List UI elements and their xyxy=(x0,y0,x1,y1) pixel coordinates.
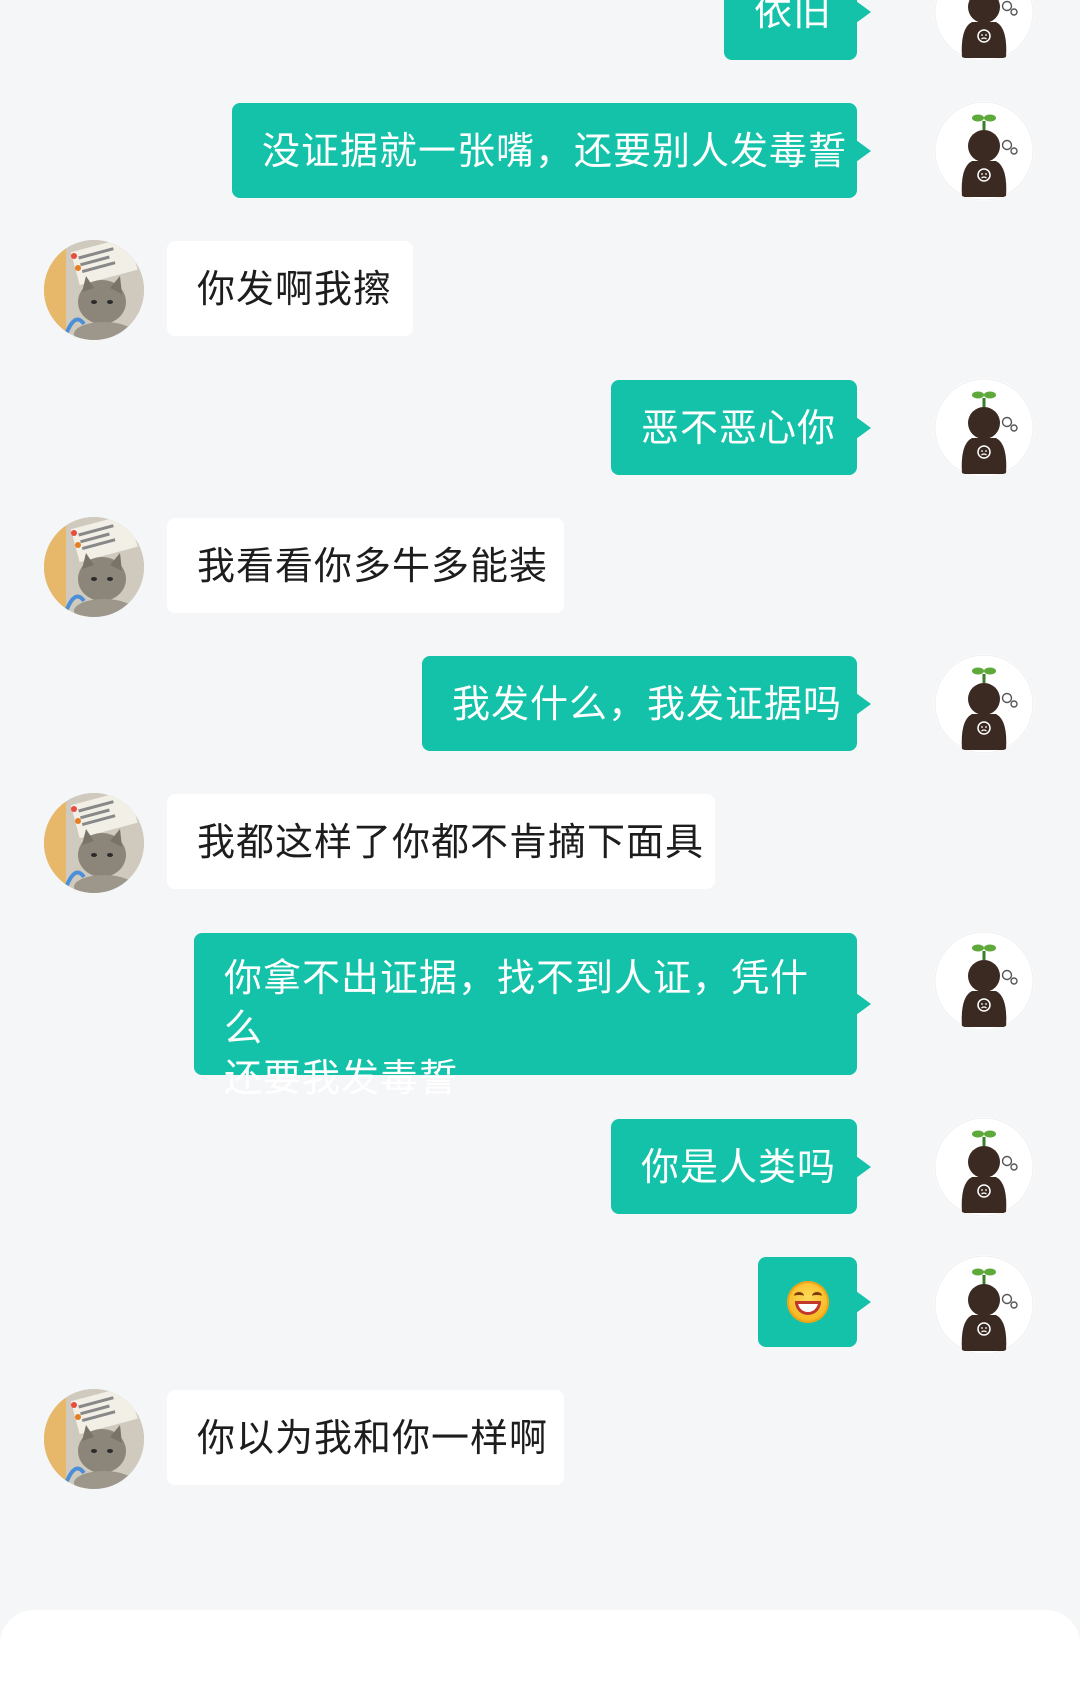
contact-avatar-icon[interactable] xyxy=(44,517,144,617)
input-bar[interactable] xyxy=(0,1610,1080,1690)
message-text: 你是人类吗 xyxy=(641,1144,837,1189)
message-text: 恶不恶心你 xyxy=(641,405,837,450)
message-text: 我发什么，我发证据吗 xyxy=(452,681,843,726)
self-avatar-icon[interactable] xyxy=(934,1117,1034,1217)
message-bubble-self[interactable]: 依旧 xyxy=(724,0,871,60)
self-avatar-icon[interactable] xyxy=(934,378,1034,478)
message-bubble-other[interactable]: 我看看你多牛多能装 xyxy=(167,518,564,613)
self-avatar-icon[interactable] xyxy=(934,0,1034,62)
message-bubble-self[interactable]: 你拿不出证据，找不到人证，凭什么 还要我发毒誓 xyxy=(194,933,871,1100)
message-bubble-self[interactable]: 我发什么，我发证据吗 xyxy=(422,656,871,751)
message-bubble-self[interactable] xyxy=(758,1257,871,1347)
message-bubble-self[interactable]: 你是人类吗 xyxy=(611,1119,871,1214)
self-avatar-icon[interactable] xyxy=(934,931,1034,1031)
contact-avatar-icon[interactable] xyxy=(44,240,144,340)
message-bubble-other[interactable]: 你以为我和你一样啊 xyxy=(167,1390,564,1485)
message-bubble-other[interactable]: 你发啊我擦 xyxy=(167,241,413,336)
self-avatar-icon[interactable] xyxy=(934,101,1034,201)
message-text: 我都这样了你都不肯摘下面具 xyxy=(197,819,705,864)
message-text-line: 你拿不出证据，找不到人证，凭什么 xyxy=(224,956,810,1050)
self-avatar-icon[interactable] xyxy=(934,654,1034,754)
chat-message-list[interactable]: 依旧 没证据就一张嘴，还要别人发毒誓 你发啊我擦 恶不恶心你 我看看你多牛多能装… xyxy=(0,0,1080,1653)
message-text-line: 还要我发毒誓 xyxy=(224,1056,459,1100)
message-text: 我看看你多牛多能装 xyxy=(197,543,549,588)
message-text: 你发啊我擦 xyxy=(197,266,393,311)
contact-avatar-icon[interactable] xyxy=(44,1389,144,1489)
self-avatar-icon[interactable] xyxy=(934,1255,1034,1355)
message-bubble-self[interactable]: 恶不恶心你 xyxy=(611,380,871,475)
grinning-squint-face-emoji xyxy=(786,1281,829,1323)
message-text: 依旧 xyxy=(754,0,833,34)
message-text: 你以为我和你一样啊 xyxy=(197,1415,549,1460)
message-bubble-other[interactable]: 我都这样了你都不肯摘下面具 xyxy=(167,794,715,889)
message-bubble-self[interactable]: 没证据就一张嘴，还要别人发毒誓 xyxy=(232,103,871,198)
contact-avatar-icon[interactable] xyxy=(44,793,144,893)
message-text: 没证据就一张嘴，还要别人发毒誓 xyxy=(262,128,848,173)
